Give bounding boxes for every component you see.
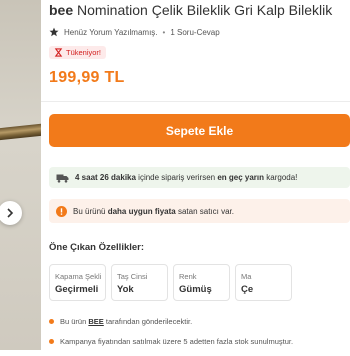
product-image xyxy=(0,122,41,142)
feature-card: Ma Çe xyxy=(235,264,292,301)
list-item: Bu ürün BEE tarafından gönderilecektir. xyxy=(49,316,293,326)
better-price-pre: Bu ürünü xyxy=(73,206,106,216)
bullet-icon xyxy=(49,318,54,324)
feature-label: Ma xyxy=(241,272,252,281)
delivery-middle: içinde sipariş verirsen xyxy=(138,173,216,182)
better-price-text: Bu ürünü daha uygun fiyata satan satıcı … xyxy=(73,207,234,216)
delivery-text: 4 saat 26 dakika içinde sipariş verirsen… xyxy=(75,173,297,182)
features-title: Öne Çıkan Özellikler: xyxy=(49,242,145,253)
features-list: Kapama Şekli Geçirmeli Taş Cinsi Yok Ren… xyxy=(49,264,292,301)
add-to-cart-button[interactable]: Sepete Ekle xyxy=(49,114,350,147)
list-item: Kampanya fiyatından satılmak üzere 5 ade… xyxy=(49,336,293,346)
delivery-time: 4 saat 26 dakika xyxy=(75,173,136,182)
info-icon xyxy=(56,205,67,217)
feature-value: Geçirmeli xyxy=(55,284,99,295)
hourglass-icon xyxy=(54,48,63,57)
truck-icon xyxy=(56,174,69,183)
star-icon xyxy=(49,27,59,37)
feature-card: Renk Gümüş xyxy=(173,264,230,301)
stock-badge-label: Tükeniyor! xyxy=(66,48,102,57)
feature-label: Kapama Şekli xyxy=(55,272,102,281)
better-price-post: satan satıcı var. xyxy=(177,206,234,216)
gallery-next-button[interactable] xyxy=(0,201,22,225)
rating-text[interactable]: Henüz Yorum Yazılmamış. xyxy=(64,28,158,37)
meta-separator: • xyxy=(162,27,166,37)
note-text: Bu ürün BEE tarafından gönderilecektir. xyxy=(60,317,192,326)
seller-link[interactable]: BEE xyxy=(88,317,103,326)
seller-post: tarafından gönderilecektir. xyxy=(105,316,193,326)
product-name: Nomination Çelik Bileklik Gri Kalp Bilek… xyxy=(77,2,333,18)
bullet-icon xyxy=(49,338,54,344)
feature-value: Yok xyxy=(117,284,134,295)
delivery-tail: kargoda! xyxy=(266,173,298,182)
divider xyxy=(41,101,350,102)
brand-link[interactable]: bee xyxy=(49,2,73,18)
product-price: 199,99 TL xyxy=(49,69,125,86)
feature-card: Kapama Şekli Geçirmeli xyxy=(49,264,106,301)
product-image-gallery[interactable] xyxy=(0,0,41,350)
feature-label: Renk xyxy=(179,272,197,281)
delivery-eta: en geç yarın xyxy=(217,173,265,182)
chevron-right-icon xyxy=(7,208,14,218)
feature-card: Taş Cinsi Yok xyxy=(111,264,168,301)
feature-value: Çe xyxy=(241,284,254,295)
better-price-bold: daha uygun fiyata xyxy=(107,206,176,216)
campaign-note: Kampanya fiyatından satılmak üzere 5 ade… xyxy=(60,336,294,346)
product-notes: Bu ürün BEE tarafından gönderilecektir. … xyxy=(49,316,293,356)
product-meta: Henüz Yorum Yazılmamış. • 1 Soru-Cevap xyxy=(49,27,220,37)
delivery-info: 4 saat 26 dakika içinde sipariş verirsen… xyxy=(49,167,350,188)
feature-label: Taş Cinsi xyxy=(117,272,148,281)
better-price-notice[interactable]: Bu ürünü daha uygun fiyata satan satıcı … xyxy=(49,199,350,223)
product-title: bee Nomination Çelik Bileklik Gri Kalp B… xyxy=(49,2,349,18)
feature-value: Gümüş xyxy=(179,284,212,295)
stock-badge: Tükeniyor! xyxy=(49,46,107,59)
qa-link[interactable]: 1 Soru-Cevap xyxy=(170,28,219,37)
seller-pre: Bu ürün xyxy=(60,316,87,326)
